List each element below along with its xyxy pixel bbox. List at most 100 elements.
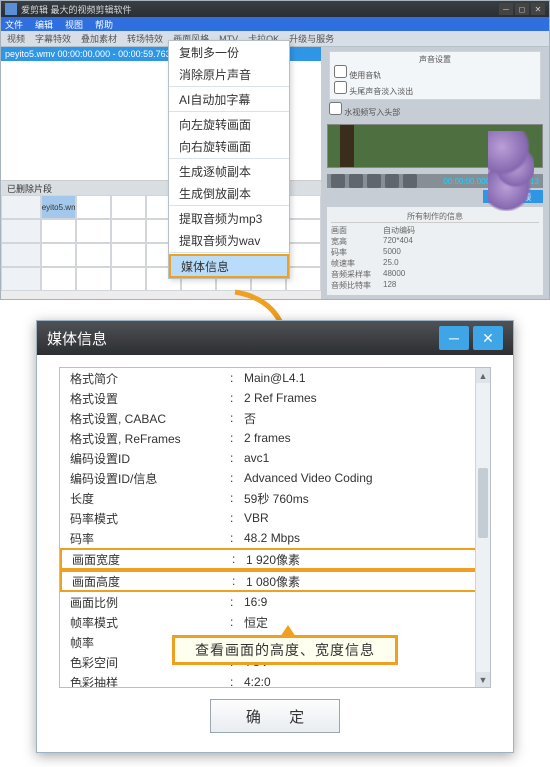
property-value: 2 frames — [244, 431, 480, 445]
tab-overlay[interactable]: 叠加素材 — [81, 32, 117, 45]
property-row[interactable]: 码率模式:VBR — [60, 508, 490, 528]
scroll-up-icon[interactable]: ▲ — [476, 368, 490, 383]
timeline-slot[interactable] — [286, 243, 321, 267]
colon: : — [230, 531, 244, 545]
menu-item[interactable]: 生成逐帧副本 — [169, 160, 289, 182]
property-row[interactable]: 格式简介:Main@L4.1 — [60, 368, 490, 388]
menu-view[interactable]: 视图 — [65, 18, 83, 31]
colon: : — [232, 552, 246, 566]
property-row[interactable]: 编码设置ID/信息:Advanced Video Coding — [60, 468, 490, 488]
property-key: 画面比例 — [70, 594, 230, 611]
menu-item[interactable]: 消除原片声音 — [169, 63, 289, 85]
timeline-clip[interactable]: peyito5.wmv — [41, 195, 76, 219]
chk-fade[interactable] — [334, 81, 347, 94]
timeline-slot[interactable] — [286, 195, 321, 219]
dialog-titlebar[interactable]: 媒体信息 ─ ✕ — [37, 321, 513, 355]
property-key: 画面宽度 — [72, 551, 232, 568]
scroll-down-icon[interactable]: ▼ — [476, 672, 490, 687]
property-row[interactable]: 帧率模式:恒定 — [60, 612, 490, 632]
timeline-slot[interactable] — [111, 195, 146, 219]
out-v4: 48000 — [383, 269, 405, 280]
property-row[interactable]: 色彩抽样:4:2:0 — [60, 672, 490, 688]
property-value: Main@L4.1 — [244, 371, 480, 385]
property-key: 长度 — [70, 490, 230, 507]
menu-separator — [169, 86, 289, 87]
tab-subtitle[interactable]: 字幕特效 — [35, 32, 71, 45]
property-key: 格式简介 — [70, 370, 230, 387]
menu-separator — [169, 205, 289, 206]
colon: : — [230, 451, 244, 465]
context-menu: 复制多一份消除原片声音 AI自动加字幕向左旋转画面向右旋转画面生成逐帧副本生成倒放… — [168, 40, 290, 279]
colon: : — [232, 574, 246, 588]
property-row[interactable]: 画面高度:1 080像素 — [60, 570, 490, 592]
menu-item[interactable]: 提取音频为wav — [169, 229, 289, 251]
window-min-icon[interactable]: ─ — [499, 3, 513, 15]
menu-item[interactable]: 向右旋转画面 — [169, 135, 289, 157]
preview-tree-icon — [340, 125, 354, 167]
chk-usetrack[interactable] — [334, 65, 347, 78]
prev-frame-button[interactable] — [367, 174, 381, 188]
window-max-icon[interactable]: ◻ — [515, 3, 529, 15]
property-value: 否 — [244, 410, 480, 427]
timeline-rowhead — [1, 243, 41, 267]
timeline-slot[interactable] — [111, 219, 146, 243]
timeline-slot[interactable] — [76, 267, 111, 291]
colon: : — [230, 491, 244, 505]
property-row[interactable]: 长度:59秒 760ms — [60, 488, 490, 508]
timeline-slot[interactable] — [76, 219, 111, 243]
menu-item[interactable]: AI自动加字幕 — [169, 88, 289, 110]
timeline-slot[interactable] — [76, 243, 111, 267]
preview-video[interactable] — [327, 124, 543, 168]
menu-separator — [169, 158, 289, 159]
dialog-close-button[interactable]: ✕ — [473, 326, 503, 350]
property-row[interactable]: 画面比例:16:9 — [60, 592, 490, 612]
menu-file[interactable]: 文件 — [5, 18, 23, 31]
scrollbar[interactable]: ▲ ▼ — [475, 368, 490, 687]
timeline-slot[interactable] — [286, 267, 321, 291]
menu-item[interactable]: 向左旋转画面 — [169, 113, 289, 135]
menu-item[interactable]: 复制多一份 — [169, 41, 289, 63]
chk-header[interactable] — [329, 102, 342, 115]
window-close-icon[interactable]: ✕ — [531, 3, 545, 15]
dialog-footer: 确 定 — [59, 688, 491, 744]
audio-group-label: 声音设置 — [334, 54, 536, 65]
timeline-slot[interactable] — [76, 195, 111, 219]
menu-edit[interactable]: 编辑 — [35, 18, 53, 31]
menu-item[interactable]: 提取音频为mp3 — [169, 207, 289, 229]
property-row[interactable]: 码率:48.2 Mbps — [60, 528, 490, 548]
stop-button[interactable] — [349, 174, 363, 188]
property-value: Advanced Video Coding — [244, 471, 480, 485]
menu-item[interactable]: 生成倒放副本 — [169, 182, 289, 204]
chk-header-label: 水视频写入头部 — [344, 108, 400, 117]
colon: : — [230, 471, 244, 485]
timeline-slot[interactable] — [111, 243, 146, 267]
property-row[interactable]: 编码设置ID:avc1 — [60, 448, 490, 468]
annotation-callout: 查看画面的高度、宽度信息 — [172, 635, 398, 665]
menu-item[interactable]: 媒体信息 — [169, 254, 289, 278]
tab-video[interactable]: 视频 — [7, 32, 25, 45]
property-list[interactable]: 格式简介:Main@L4.1格式设置:2 Ref Frames格式设置, CAB… — [59, 367, 491, 688]
menu-help[interactable]: 帮助 — [95, 18, 113, 31]
ok-button[interactable]: 确 定 — [210, 699, 340, 733]
property-value: 16:9 — [244, 595, 480, 609]
property-row[interactable]: 格式设置:2 Ref Frames — [60, 388, 490, 408]
play-button[interactable] — [331, 174, 345, 188]
volume-button[interactable] — [403, 174, 417, 188]
out-k4: 音频采样率 — [331, 269, 383, 280]
timeline-slot[interactable] — [111, 267, 146, 291]
timeline-slot[interactable] — [41, 219, 76, 243]
tab-service[interactable]: 升级与服务 — [289, 32, 334, 45]
timeline-slot[interactable] — [286, 219, 321, 243]
property-value: 1 920像素 — [246, 551, 478, 568]
dialog-minimize-button[interactable]: ─ — [439, 326, 469, 350]
property-row[interactable]: 格式设置, ReFrames:2 frames — [60, 428, 490, 448]
tab-transition[interactable]: 转场特效 — [127, 32, 163, 45]
menu-separator — [169, 111, 289, 112]
timeline-slot[interactable] — [41, 267, 76, 291]
property-row[interactable]: 画面宽度:1 920像素 — [60, 548, 490, 570]
scroll-thumb[interactable] — [478, 468, 488, 538]
timeline-slot[interactable] — [41, 243, 76, 267]
next-frame-button[interactable] — [385, 174, 399, 188]
out-k2: 码率 — [331, 247, 383, 258]
property-row[interactable]: 格式设置, CABAC:否 — [60, 408, 490, 428]
